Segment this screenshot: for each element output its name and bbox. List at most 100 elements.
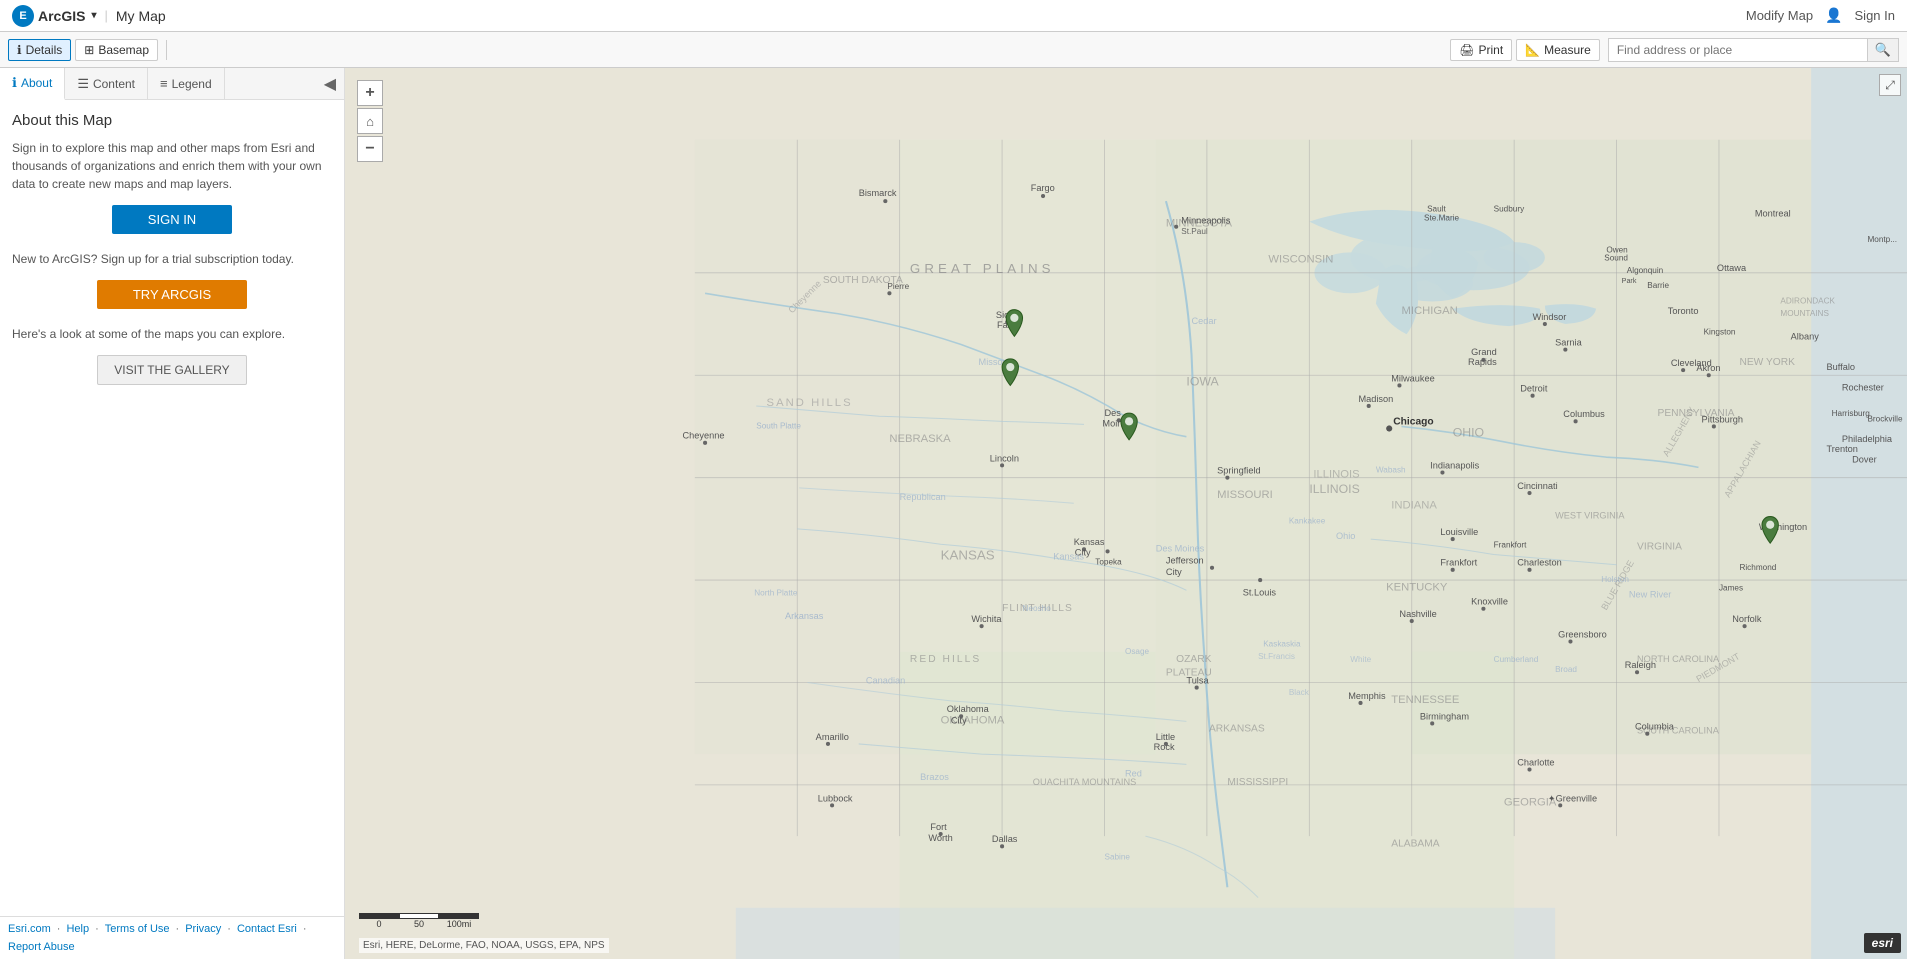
toolbar: ℹ Details ⊞ Basemap 🖨 Print 📐 Measure 🔍 [0,32,1907,68]
svg-text:Trenton: Trenton [1827,444,1858,454]
svg-text:MICHIGAN: MICHIGAN [1401,305,1457,317]
svg-text:Akron: Akron [1696,363,1720,373]
svg-text:Norfolk: Norfolk [1732,614,1762,624]
basemap-label: Basemap [98,43,149,57]
svg-text:Wabash: Wabash [1376,466,1406,475]
sign-in-link[interactable]: Sign In [1855,8,1895,23]
svg-text:New River: New River [1629,589,1671,599]
footer-report-link[interactable]: Report Abuse [8,941,75,953]
toolbar-separator [166,40,167,60]
footer-terms-link[interactable]: Terms of Use [105,923,170,935]
footer-contact-link[interactable]: Contact Esri [237,923,297,935]
legend-icon: ≡ [160,76,168,91]
basemap-button[interactable]: ⊞ Basemap [75,39,158,61]
svg-text:ADIRONDACK: ADIRONDACK [1780,297,1835,306]
svg-text:White: White [1350,655,1371,664]
tab-about[interactable]: ℹ About [0,68,65,100]
svg-text:MISSISSIPPI: MISSISSIPPI [1227,777,1288,788]
arcgis-brand: ArcGIS [38,8,85,24]
arcgis-logo[interactable]: E ArcGIS ▾ [12,5,97,27]
svg-text:Raleigh: Raleigh [1625,660,1656,670]
svg-text:Kingston: Kingston [1704,327,1736,336]
footer-help-link[interactable]: Help [66,923,89,935]
svg-text:Tulsa: Tulsa [1186,676,1209,686]
svg-text:Rock: Rock [1154,742,1175,752]
svg-text:Lincoln: Lincoln [990,453,1019,463]
topbar: E ArcGIS ▾ | My Map Modify Map 👤 Sign In [0,0,1907,32]
svg-text:Memphis: Memphis [1348,691,1386,701]
tab-legend-label: Legend [172,77,212,91]
svg-text:City: City [951,715,967,725]
svg-text:Buffalo: Buffalo [1827,362,1855,372]
map-controls: + ⌂ − [357,80,383,162]
expand-icon[interactable]: ⤢ [1879,74,1901,96]
svg-text:Rochester: Rochester [1842,383,1884,393]
svg-text:TENNESSEE: TENNESSEE [1391,694,1460,706]
svg-text:Fargo: Fargo [1031,183,1055,193]
svg-text:WISCONSIN: WISCONSIN [1268,254,1333,266]
svg-text:MISSOURI: MISSOURI [1217,489,1273,501]
svg-text:IOWA: IOWA [1186,374,1219,388]
search-input[interactable] [1608,38,1868,62]
svg-text:Fort: Fort [930,822,947,832]
sign-in-button[interactable]: SIGN IN [112,205,232,234]
svg-text:Charleston: Charleston [1517,558,1562,568]
svg-text:Nashville: Nashville [1399,609,1436,619]
svg-text:NEBRASKA: NEBRASKA [889,433,951,445]
svg-text:St.Paul: St.Paul [1181,227,1208,236]
home-button[interactable]: ⌂ [357,108,383,134]
search-button[interactable]: 🔍 [1868,38,1899,62]
sidebar-footer: Esri.com · Help · Terms of Use · Privacy… [0,916,344,959]
zoom-out-button[interactable]: − [357,136,383,162]
svg-text:Osage: Osage [1125,647,1150,656]
svg-text:Harrisburg: Harrisburg [1832,409,1871,418]
svg-text:Brazos: Brazos [920,772,949,782]
map-container[interactable]: GREAT PLAINS SAND HILLS FLINT HILLS RED … [345,68,1907,959]
measure-button[interactable]: 📐 Measure [1516,39,1600,61]
measure-label: Measure [1544,43,1591,57]
svg-text:Frankfort: Frankfort [1494,540,1527,549]
svg-text:Bismarck: Bismarck [859,188,897,198]
svg-text:ALABAMA: ALABAMA [1391,838,1440,849]
svg-text:Pittsburgh: Pittsburgh [1702,414,1743,424]
sidebar-collapse-button[interactable]: ◀ [316,68,344,99]
svg-text:INDIANA: INDIANA [1391,499,1437,511]
svg-text:Republican: Republican [900,492,946,502]
svg-text:NEW YORK: NEW YORK [1739,357,1795,368]
footer-esri-link[interactable]: Esri.com [8,923,51,935]
svg-text:Black: Black [1289,688,1310,697]
footer-privacy-link[interactable]: Privacy [185,923,221,935]
try-arcgis-button[interactable]: TRY ARCGIS [97,280,247,309]
svg-text:Red: Red [1125,769,1142,779]
map-svg: GREAT PLAINS SAND HILLS FLINT HILLS RED … [345,68,1907,959]
tab-content[interactable]: ☰ Content [65,68,148,99]
measure-icon: 📐 [1525,43,1540,57]
esri-icon: E [12,5,34,27]
topbar-right: Modify Map 👤 Sign In [1746,7,1895,24]
svg-text:Amarillo: Amarillo [816,732,849,742]
svg-text:Sudbury: Sudbury [1494,204,1525,213]
search-container: 🖨 Print 📐 Measure 🔍 [1450,38,1899,62]
info-icon: ℹ [12,75,17,91]
scale-labels: 0 50 100mi [359,919,479,929]
svg-text:Dallas: Dallas [992,834,1018,844]
svg-text:City: City [1166,567,1182,577]
svg-text:Lubbock: Lubbock [818,793,853,803]
arcgis-dropdown-icon[interactable]: ▾ [91,10,96,21]
svg-text:SAND HILLS: SAND HILLS [767,397,853,409]
visit-gallery-button[interactable]: VISIT THE GALLERY [97,355,247,385]
details-button[interactable]: ℹ Details [8,39,71,61]
svg-text:Barrie: Barrie [1647,281,1669,290]
svg-text:South Platte: South Platte [756,421,801,430]
sidebar-tabs: ℹ About ☰ Content ≡ Legend ◀ [0,68,344,100]
zoom-in-button[interactable]: + [357,80,383,106]
modify-map-link[interactable]: Modify Map [1746,8,1813,23]
print-button[interactable]: 🖨 Print [1450,39,1512,61]
svg-text:Des Moines: Des Moines [1156,543,1205,553]
svg-text:Ottawa: Ottawa [1717,263,1747,273]
tab-legend[interactable]: ≡ Legend [148,68,225,99]
svg-text:OZARK: OZARK [1176,654,1211,665]
svg-text:Kansas: Kansas [1074,537,1105,547]
svg-text:Indianapolis: Indianapolis [1430,460,1480,470]
svg-text:Louisville: Louisville [1440,527,1478,537]
